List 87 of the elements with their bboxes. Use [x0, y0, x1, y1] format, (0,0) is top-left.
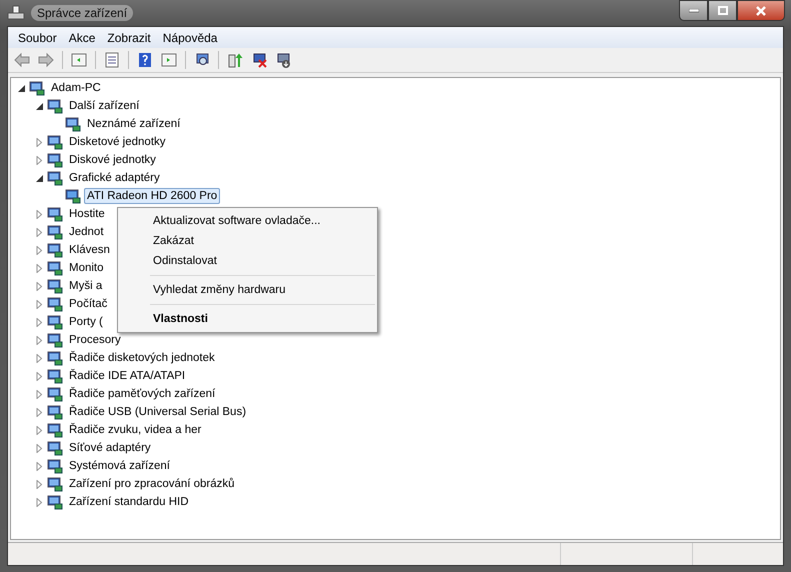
- device-icon: [47, 134, 63, 150]
- close-button[interactable]: [737, 0, 785, 21]
- expand-icon[interactable]: [35, 372, 44, 380]
- device-icon: [47, 458, 63, 474]
- expand-icon[interactable]: [35, 228, 44, 236]
- tree-item[interactable]: Řadiče zvuku, videa a her: [66, 422, 204, 438]
- expand-icon[interactable]: [35, 264, 44, 272]
- expand-icon[interactable]: [35, 444, 44, 452]
- menu-item[interactable]: Zobrazit: [101, 28, 157, 46]
- device-icon: [65, 188, 81, 204]
- maximize-button[interactable]: [708, 0, 737, 21]
- context-menu-item[interactable]: Vlastnosti: [120, 309, 375, 329]
- device-icon: [47, 404, 63, 420]
- device-icon: [47, 152, 63, 168]
- tree-item[interactable]: Diskové jednotky: [66, 152, 159, 168]
- tree-item[interactable]: Monito: [66, 260, 107, 276]
- device-icon: [47, 170, 63, 186]
- expand-icon[interactable]: [35, 138, 44, 146]
- tree-item[interactable]: Řadiče disketových jednotek: [66, 350, 218, 366]
- device-icon: [47, 206, 63, 222]
- device-icon: [47, 296, 63, 312]
- tree-item[interactable]: ATI Radeon HD 2600 Pro: [84, 188, 220, 204]
- tree-item[interactable]: Adam-PC: [48, 80, 104, 96]
- device-icon: [47, 242, 63, 258]
- context-menu-item[interactable]: Vyhledat změny hardwaru: [120, 280, 375, 300]
- menu-item[interactable]: Akce: [62, 28, 102, 46]
- expand-icon[interactable]: [35, 390, 44, 398]
- tree-item[interactable]: Neznámé zařízení: [84, 116, 184, 132]
- tree-item[interactable]: Řadiče paměťových zařízení: [66, 386, 218, 402]
- menu-item[interactable]: Nápověda: [156, 28, 224, 46]
- device-icon: [47, 224, 63, 240]
- tree-item[interactable]: Systémová zařízení: [66, 458, 173, 474]
- tree-item[interactable]: Klávesn: [66, 242, 113, 258]
- tree-item[interactable]: Procesory: [66, 332, 124, 348]
- expand-icon[interactable]: [35, 318, 44, 326]
- device-icon: [47, 278, 63, 294]
- tree-item[interactable]: Zařízení pro zpracování obrázků: [66, 476, 238, 492]
- tree-item[interactable]: Disketové jednotky: [66, 134, 169, 150]
- device-icon: [47, 332, 63, 348]
- collapse-icon[interactable]: [35, 102, 44, 110]
- tree-item[interactable]: Hostite: [66, 206, 108, 222]
- context-menu-item[interactable]: Odinstalovat: [120, 251, 375, 271]
- expand-icon[interactable]: [35, 156, 44, 164]
- context-menu-item[interactable]: Zakázat: [120, 231, 375, 251]
- device-icon: [29, 80, 45, 96]
- computer-icon: [7, 5, 25, 21]
- device-icon: [47, 494, 63, 510]
- device-icon: [47, 386, 63, 402]
- close-icon: [755, 6, 767, 16]
- device-icon: [47, 368, 63, 384]
- device-icon: [65, 116, 81, 132]
- tree-item[interactable]: Počítač: [66, 296, 110, 312]
- minimize-button[interactable]: [679, 0, 708, 21]
- tree-item[interactable]: Myši a: [66, 278, 106, 294]
- device-icon: [47, 440, 63, 456]
- tree-item[interactable]: Řadiče USB (Universal Serial Bus): [66, 404, 250, 420]
- expand-icon[interactable]: [35, 408, 44, 416]
- tree-item[interactable]: Jednot: [66, 224, 107, 240]
- maximize-icon: [718, 6, 728, 15]
- device-icon: [47, 260, 63, 276]
- device-icon: [47, 422, 63, 438]
- collapse-icon[interactable]: [35, 174, 44, 182]
- expand-icon[interactable]: [35, 498, 44, 506]
- expand-icon[interactable]: [35, 282, 44, 290]
- expand-icon[interactable]: [35, 210, 44, 218]
- device-icon: [47, 314, 63, 330]
- window-title: Správce zařízení: [31, 5, 134, 21]
- expand-icon[interactable]: [35, 246, 44, 254]
- expand-icon[interactable]: [35, 426, 44, 434]
- tree-item[interactable]: Síťové adaptéry: [66, 440, 154, 456]
- device-icon: [47, 476, 63, 492]
- expand-icon[interactable]: [35, 462, 44, 470]
- expand-icon[interactable]: [35, 300, 44, 308]
- device-icon: [47, 350, 63, 366]
- expand-icon[interactable]: [35, 480, 44, 488]
- expand-icon[interactable]: [35, 336, 44, 344]
- tree-item[interactable]: Další zařízení: [66, 98, 142, 114]
- collapse-icon[interactable]: [17, 84, 26, 92]
- tree-item[interactable]: Grafické adaptéry: [66, 170, 163, 186]
- expand-icon[interactable]: [35, 354, 44, 362]
- tree-item[interactable]: Porty (: [66, 314, 106, 330]
- tree-item[interactable]: Řadiče IDE ATA/ATAPI: [66, 368, 188, 384]
- menu-item[interactable]: Soubor: [12, 28, 63, 46]
- context-menu-item[interactable]: Aktualizovat software ovladače...: [120, 211, 375, 231]
- minimize-icon: [688, 8, 698, 12]
- device-icon: [47, 98, 63, 114]
- tree-item[interactable]: Zařízení standardu HID: [66, 494, 192, 510]
